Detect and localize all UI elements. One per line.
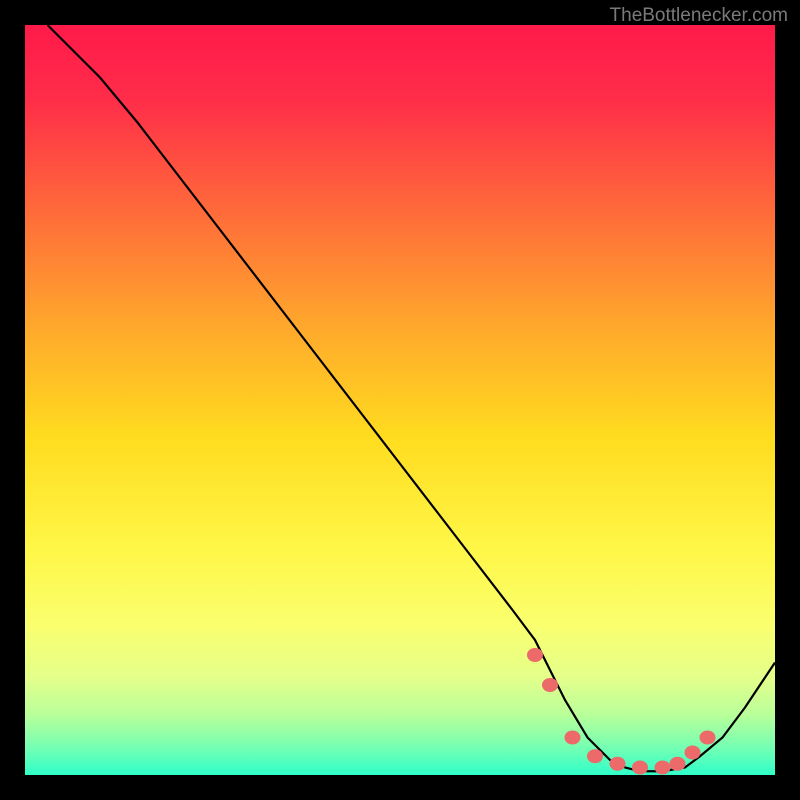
marker-dot <box>632 761 648 775</box>
marker-dot <box>685 746 701 760</box>
marker-dot <box>542 678 558 692</box>
marker-dot <box>700 731 716 745</box>
plot-area <box>25 25 775 775</box>
marker-dot <box>655 761 671 775</box>
marker-dot <box>587 749 603 763</box>
marker-dot <box>670 757 686 771</box>
marker-dot <box>527 648 543 662</box>
watermark-text: TheBottlenecker.com <box>610 5 788 27</box>
optimal-zone-markers <box>527 648 716 775</box>
curve-layer <box>25 25 775 775</box>
marker-dot <box>610 757 626 771</box>
marker-dot <box>565 731 581 745</box>
bottleneck-curve <box>48 25 776 771</box>
